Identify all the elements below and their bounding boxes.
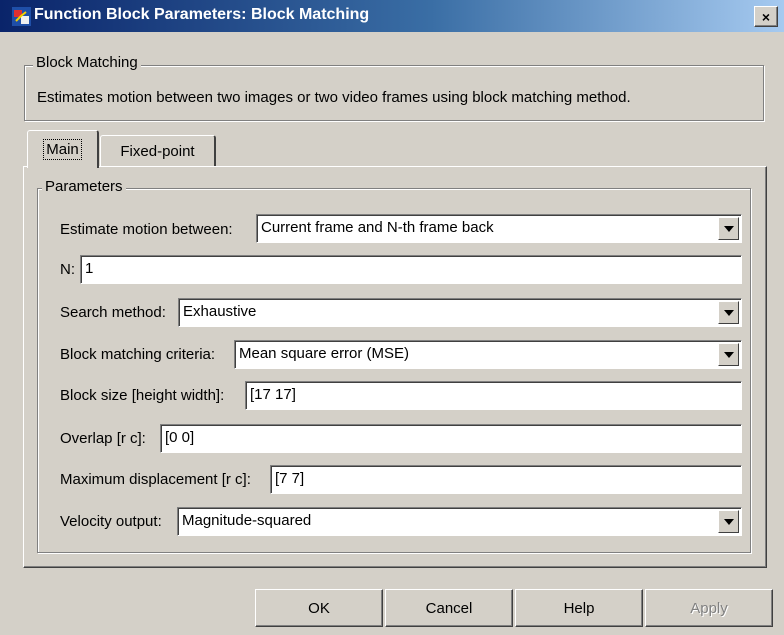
criteria-label: Block matching criteria: — [60, 346, 216, 363]
block-description: Estimates motion between two images or t… — [37, 89, 631, 106]
search-method-select[interactable]: Exhaustive — [178, 298, 742, 327]
max-displacement-field[interactable]: [7 7] — [270, 465, 742, 494]
chevron-down-icon[interactable] — [718, 217, 739, 240]
overlap-label: Overlap [r c]: — [60, 430, 146, 447]
block-size-value: [17 17] — [250, 386, 296, 403]
help-button-label: Help — [563, 599, 595, 617]
max-displacement-value: [7 7] — [275, 470, 305, 487]
n-value: 1 — [85, 260, 94, 277]
search-method-label: Search method: — [60, 304, 166, 321]
velocity-output-select[interactable]: Magnitude-squared — [177, 507, 742, 536]
block-size-field[interactable]: [17 17] — [245, 381, 742, 410]
window-title: Function Block Parameters: Block Matchin… — [34, 6, 370, 23]
estimate-motion-label: Estimate motion between: — [60, 221, 233, 238]
help-button[interactable]: Help — [515, 589, 643, 627]
title-bar[interactable]: Function Block Parameters: Block Matchin… — [0, 0, 784, 32]
ok-button-label: OK — [308, 599, 330, 617]
close-icon: × — [761, 8, 771, 25]
estimate-motion-value: Current frame and N-th frame back — [261, 219, 494, 236]
close-button[interactable]: × — [754, 6, 778, 27]
chevron-down-icon[interactable] — [718, 510, 739, 533]
tab-main[interactable]: Main — [27, 130, 99, 168]
block-group-title: Block Matching — [33, 54, 141, 71]
apply-button-label: Apply — [690, 599, 728, 617]
n-label: N: — [60, 261, 75, 278]
ok-button[interactable]: OK — [255, 589, 383, 627]
max-displacement-label: Maximum displacement [r c]: — [60, 471, 251, 488]
criteria-value: Mean square error (MSE) — [239, 345, 410, 362]
tab-fixed-point-label: Fixed-point — [120, 143, 195, 160]
block-size-label: Block size [height width]: — [60, 387, 225, 404]
overlap-value: [0 0] — [165, 429, 195, 446]
velocity-output-value: Magnitude-squared — [182, 512, 312, 529]
n-field[interactable]: 1 — [80, 255, 742, 284]
chevron-down-icon[interactable] — [718, 343, 739, 366]
criteria-select[interactable]: Mean square error (MSE) — [234, 340, 742, 369]
tab-main-label: Main — [43, 139, 82, 160]
simulink-block-icon — [12, 7, 31, 26]
velocity-output-label: Velocity output: — [60, 513, 162, 530]
cancel-button[interactable]: Cancel — [385, 589, 513, 627]
cancel-button-label: Cancel — [425, 599, 473, 617]
chevron-down-icon[interactable] — [718, 301, 739, 324]
tab-fixed-point[interactable]: Fixed-point — [100, 135, 216, 167]
overlap-field[interactable]: [0 0] — [160, 424, 742, 453]
estimate-motion-select[interactable]: Current frame and N-th frame back — [256, 214, 742, 243]
search-method-value: Exhaustive — [183, 303, 257, 320]
apply-button[interactable]: Apply — [645, 589, 773, 627]
parameters-group-title: Parameters — [42, 178, 126, 195]
